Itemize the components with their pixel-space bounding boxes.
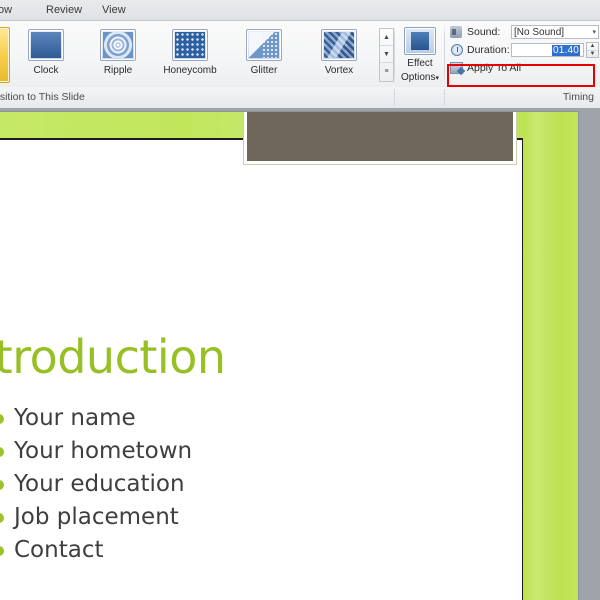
- slide-header-shape-fill: [247, 112, 513, 161]
- chevron-down-icon[interactable]: ▾: [592, 28, 596, 36]
- tab-review[interactable]: Review: [40, 2, 88, 18]
- ribbon-tab-strip: ow Review View: [0, 0, 600, 21]
- honeycomb-transition-icon: [172, 29, 208, 61]
- list-item: Contact: [0, 534, 416, 567]
- tab-view[interactable]: View: [96, 2, 132, 18]
- transition-gallery-selected-item[interactable]: [0, 27, 10, 83]
- group-divider: [444, 24, 445, 84]
- tab-slide-show[interactable]: ow: [0, 2, 18, 18]
- transition-glitter[interactable]: Glitter: [236, 29, 292, 76]
- chevron-down-icon[interactable]: ▾: [435, 75, 439, 82]
- clock-icon: [449, 43, 465, 57]
- stepper-up-icon[interactable]: ▲: [587, 43, 598, 51]
- sound-row: Sound: [No Sound] ▾: [449, 23, 599, 41]
- apply-to-all-row[interactable]: Apply To All: [449, 59, 599, 77]
- sound-label: Sound:: [467, 26, 501, 38]
- transition-label: Ripple: [103, 65, 133, 76]
- gallery-scroll-down-icon[interactable]: ▼: [380, 46, 393, 63]
- duration-value: 01.40: [551, 44, 580, 56]
- group-divider: [394, 24, 395, 84]
- list-item: Your name: [0, 402, 416, 435]
- sound-value: [No Sound]: [514, 26, 565, 38]
- duration-row: Duration: 01.40 ▲ ▼: [449, 41, 599, 59]
- slide-workspace: ntroduction Your name Your hometown Your…: [0, 108, 600, 600]
- slide-canvas[interactable]: ntroduction Your name Your hometown Your…: [0, 112, 578, 600]
- timing-group-caption: Timing: [562, 91, 594, 103]
- transition-label: Vortex: [324, 65, 354, 76]
- effect-options-label2: Options▾: [401, 72, 439, 83]
- group-divider: [394, 89, 395, 106]
- duration-label: Duration:: [467, 44, 510, 56]
- list-item: Your hometown: [0, 435, 416, 468]
- apply-to-all-label: Apply To All: [467, 62, 522, 74]
- slide-header-shape[interactable]: [243, 112, 517, 165]
- powerpoint-window: ow Review View Clock Ripple Honeycomb Gl…: [0, 0, 600, 600]
- effect-options-button[interactable]: Effect Options▾: [398, 27, 442, 84]
- duration-stepper[interactable]: ▲ ▼: [586, 42, 599, 58]
- transition-gallery-scrollbar[interactable]: ▲ ▼ ≡: [379, 28, 394, 82]
- group-divider: [444, 89, 445, 106]
- sound-select[interactable]: [No Sound] ▾: [511, 25, 599, 39]
- ribbon-group-caption-bar: [0, 87, 600, 108]
- duration-input[interactable]: 01.40: [511, 43, 584, 57]
- transition-group-caption: nsition to This Slide: [0, 91, 85, 103]
- transition-vortex[interactable]: Vortex: [311, 29, 367, 76]
- gallery-more-icon[interactable]: ≡: [380, 63, 393, 79]
- gallery-scroll-up-icon[interactable]: ▲: [380, 29, 393, 46]
- transition-label: Clock: [33, 65, 59, 76]
- slide-bullet-list[interactable]: Your name Your hometown Your education J…: [0, 402, 416, 567]
- slide-right-green-band: [523, 112, 578, 600]
- transition-clock[interactable]: Clock: [18, 29, 74, 76]
- effect-options-label: Effect: [407, 58, 433, 69]
- ribbon: ow Review View Clock Ripple Honeycomb Gl…: [0, 0, 600, 108]
- glitter-transition-icon: [246, 29, 282, 61]
- transition-ripple[interactable]: Ripple: [90, 29, 146, 76]
- transition-label: Honeycomb: [163, 65, 217, 76]
- list-item: Job placement: [0, 501, 416, 534]
- clock-transition-icon: [28, 29, 64, 61]
- transition-honeycomb[interactable]: Honeycomb: [162, 29, 218, 76]
- slide-right-rule: [521, 138, 523, 600]
- transition-label: Glitter: [250, 65, 278, 76]
- slide-title[interactable]: ntroduction: [0, 334, 386, 380]
- sound-icon: [449, 25, 465, 39]
- ribbon-body: Clock Ripple Honeycomb Glitter Vortex ▲: [0, 21, 600, 88]
- vortex-transition-icon: [321, 29, 357, 61]
- list-item: Your education: [0, 468, 416, 501]
- effect-options-icon: [404, 27, 436, 55]
- stepper-down-icon[interactable]: ▼: [587, 51, 598, 58]
- timing-group: Sound: [No Sound] ▾ Duration: 01.40 ▲ ▼: [449, 23, 599, 77]
- apply-to-all-icon: [449, 61, 465, 75]
- ripple-transition-icon: [100, 29, 136, 61]
